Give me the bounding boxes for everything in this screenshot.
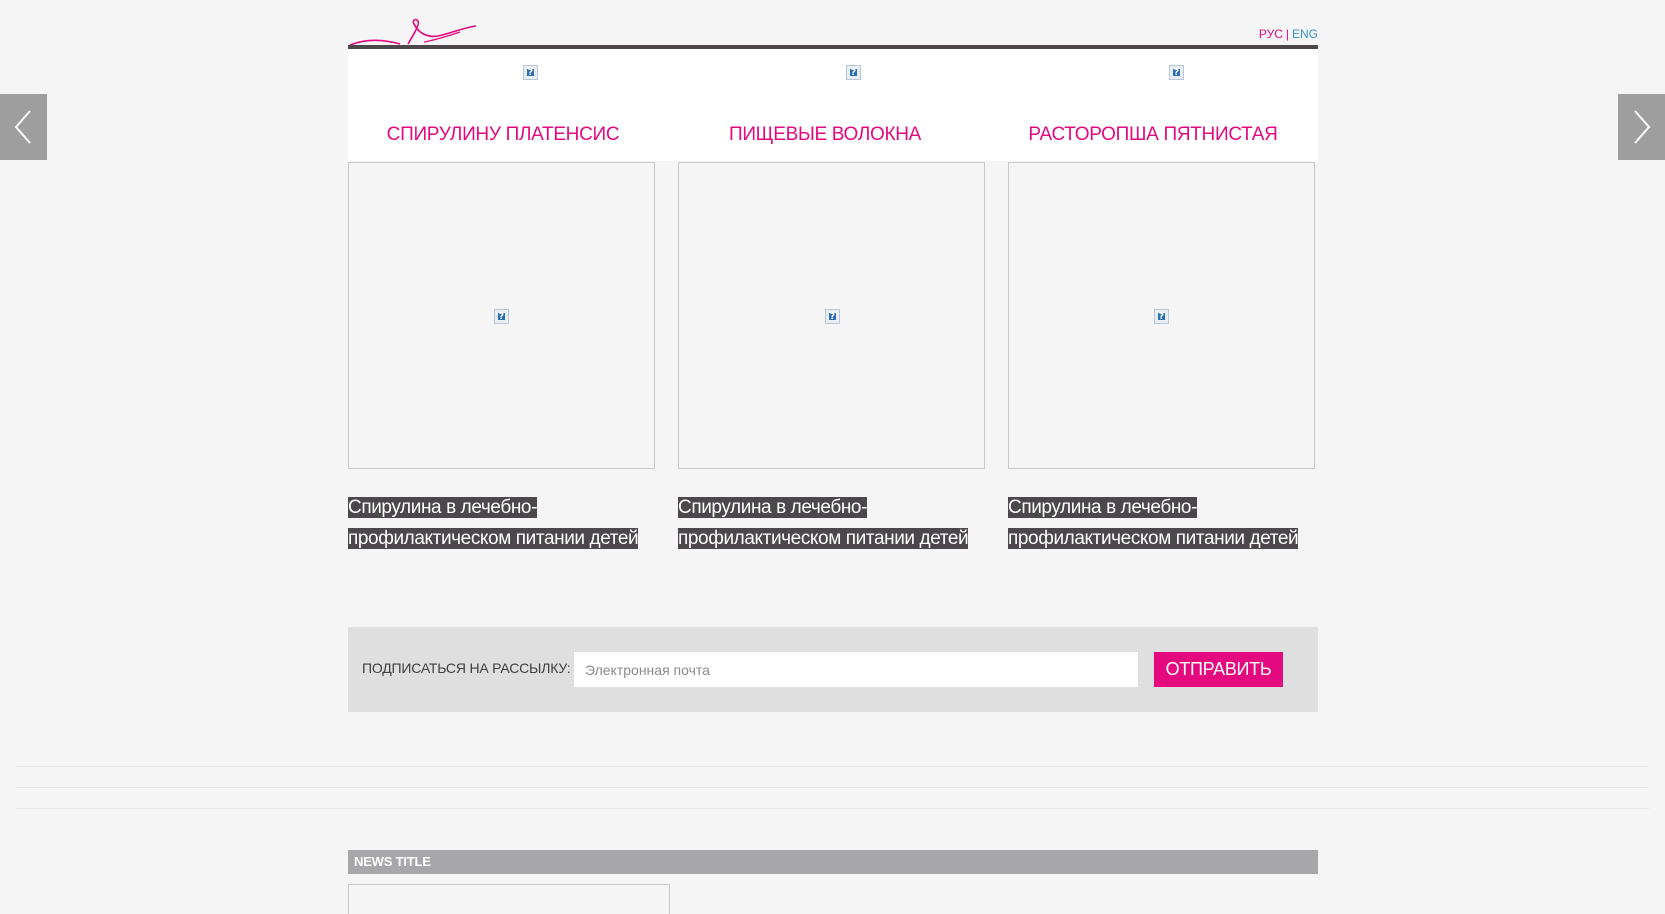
carousel-prev-button[interactable] xyxy=(0,94,47,160)
carousel-item-caption[interactable]: Спирулина в лечебно-профилактическом пит… xyxy=(678,492,988,554)
subscribe-label: ПОДПИСАТЬСЯ НА РАССЫЛКУ: xyxy=(362,660,571,676)
carousel-item-image[interactable]: ? xyxy=(1008,162,1315,469)
chevron-right-icon xyxy=(1634,110,1651,144)
language-switcher: РУС | ENG xyxy=(1259,27,1318,41)
section-divider xyxy=(16,808,1649,809)
lang-en-link[interactable]: ENG xyxy=(1292,27,1318,41)
carousel-item-image[interactable]: ? xyxy=(348,162,655,469)
carousel-item-image[interactable]: ? xyxy=(678,162,985,469)
newsletter-subscribe-panel: ПОДПИСАТЬСЯ НА РАССЫЛКУ: ОТПРАВИТЬ xyxy=(348,627,1318,712)
broken-image-icon: ? xyxy=(846,65,861,80)
site-header: РУС | ENG xyxy=(348,0,1318,52)
section-divider xyxy=(16,787,1649,788)
news-thumbnail[interactable] xyxy=(348,884,670,914)
carousel-item-caption[interactable]: Спирулина в лечебно-профилактическом пит… xyxy=(348,492,658,554)
broken-image-icon: ? xyxy=(494,309,509,324)
section-divider xyxy=(16,766,1649,767)
flamingo-logo-icon[interactable] xyxy=(348,18,488,48)
chevron-left-icon xyxy=(14,110,31,144)
broken-image-icon: ? xyxy=(523,65,538,80)
broken-image-icon: ? xyxy=(825,309,840,324)
carousel-item-title[interactable]: РАСТОРОПША ПЯТНИСТАЯ xyxy=(998,124,1308,146)
broken-image-icon: ? xyxy=(1154,309,1169,324)
carousel-item-title[interactable]: СПИРУЛИНУ ПЛАТЕНСИС xyxy=(348,124,658,146)
email-input[interactable] xyxy=(574,652,1138,687)
news-section-title: NEWS TITLE xyxy=(348,850,1318,874)
carousel-item-caption[interactable]: Спирулина в лечебно-профилактическом пит… xyxy=(1008,492,1318,554)
lang-ru-link[interactable]: РУС xyxy=(1259,27,1283,41)
submit-button[interactable]: ОТПРАВИТЬ xyxy=(1154,652,1283,687)
page-container: РУС | ENG ? СПИРУЛИНУ ПЛАТЕНСИС ? Спирулин… xyxy=(348,0,1318,914)
broken-image-icon: ? xyxy=(1169,65,1184,80)
carousel-next-button[interactable] xyxy=(1618,94,1665,160)
carousel-item-title[interactable]: ПИЩЕВЫЕ ВОЛОКНА xyxy=(670,124,980,146)
lang-separator: | xyxy=(1285,27,1289,41)
